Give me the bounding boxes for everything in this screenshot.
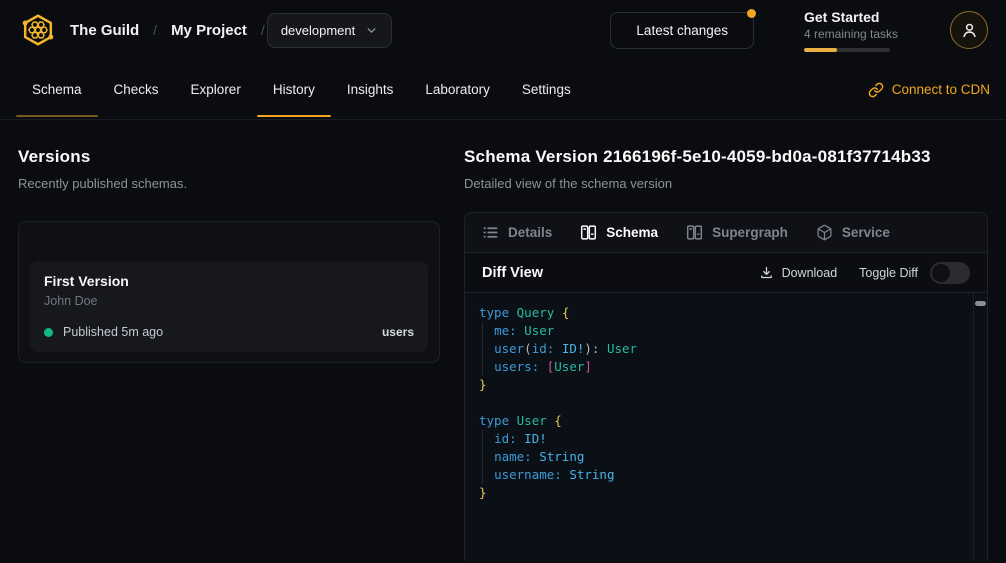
tab-details[interactable]: Details bbox=[468, 213, 566, 252]
code-scrollbar[interactable] bbox=[973, 293, 987, 561]
download-label: Download bbox=[782, 266, 838, 280]
main-nav: Schema Checks Explorer History Insights … bbox=[0, 60, 1006, 120]
breadcrumb-project[interactable]: My Project bbox=[171, 22, 247, 39]
tab-label: Details bbox=[508, 225, 552, 240]
version-meta-row: Published 5m ago users bbox=[44, 325, 414, 339]
schema-version-panel: Details Schema Supergraph bbox=[464, 212, 988, 561]
get-started-subtitle: 4 remaining tasks bbox=[804, 27, 898, 41]
indent-guide bbox=[482, 322, 483, 376]
tab-label: Schema bbox=[606, 225, 658, 240]
list-icon bbox=[482, 224, 499, 241]
version-name: First Version bbox=[44, 273, 414, 289]
indent-guide bbox=[482, 430, 483, 484]
version-author: John Doe bbox=[44, 294, 414, 308]
diff-view-title: Diff View bbox=[482, 265, 543, 281]
chevron-down-icon bbox=[365, 24, 378, 37]
nav-tab-checks[interactable]: Checks bbox=[98, 60, 175, 119]
columns-icon bbox=[686, 224, 703, 241]
person-icon bbox=[960, 21, 979, 40]
nav-tab-label: Laboratory bbox=[425, 82, 490, 97]
get-started-title: Get Started bbox=[804, 9, 898, 25]
top-header: The Guild / My Project / development Lat… bbox=[0, 0, 1006, 60]
connect-to-cdn-link[interactable]: Connect to CDN bbox=[868, 60, 990, 119]
header-actions: Latest changes Get Started 4 remaining t… bbox=[610, 9, 988, 52]
code-block: type Query { me: User user(id: ID!): Use… bbox=[465, 293, 987, 561]
app-window: The Guild / My Project / development Lat… bbox=[0, 0, 1006, 563]
versions-title: Versions bbox=[18, 147, 440, 167]
download-button[interactable]: Download bbox=[759, 265, 838, 280]
breadcrumb: The Guild / My Project / bbox=[70, 22, 265, 39]
versions-column: Versions Recently published schemas. Fir… bbox=[18, 147, 440, 561]
diff-view-header: Diff View Download Toggle Diff bbox=[465, 253, 987, 293]
versions-subtitle: Recently published schemas. bbox=[18, 176, 440, 191]
version-status: Published 5m ago bbox=[63, 325, 163, 339]
nav-tab-label: Insights bbox=[347, 82, 394, 97]
nav-tab-schema[interactable]: Schema bbox=[16, 60, 98, 119]
get-started-progressbar bbox=[804, 48, 890, 52]
tab-schema[interactable]: Schema bbox=[566, 213, 672, 252]
nav-tab-insights[interactable]: Insights bbox=[331, 60, 410, 119]
scrollbar-thumb[interactable] bbox=[975, 301, 986, 306]
tab-supergraph[interactable]: Supergraph bbox=[672, 213, 802, 252]
tab-label: Service bbox=[842, 225, 890, 240]
nav-tab-laboratory[interactable]: Laboratory bbox=[409, 60, 506, 119]
connect-to-cdn-label: Connect to CDN bbox=[892, 82, 990, 97]
switch-knob bbox=[932, 264, 950, 282]
toggle-diff-control: Toggle Diff bbox=[859, 262, 970, 284]
schema-panel-tabs: Details Schema Supergraph bbox=[465, 213, 987, 253]
nav-tab-label: Checks bbox=[114, 82, 159, 97]
versions-list-card: First Version John Doe Published 5m ago … bbox=[18, 221, 440, 363]
target-dropdown-value: development bbox=[281, 23, 355, 38]
schema-version-column: Schema Version 2166196f-5e10-4059-bd0a-0… bbox=[464, 147, 988, 561]
breadcrumb-separator: / bbox=[261, 22, 265, 38]
nav-tab-history[interactable]: History bbox=[257, 60, 331, 119]
schema-version-subtitle: Detailed view of the schema version bbox=[464, 176, 988, 191]
main-content: Versions Recently published schemas. Fir… bbox=[0, 120, 1006, 561]
nav-tab-settings[interactable]: Settings bbox=[506, 60, 587, 119]
progress-fill bbox=[804, 48, 837, 52]
diff-actions: Download Toggle Diff bbox=[759, 262, 970, 284]
link-icon bbox=[868, 82, 884, 98]
version-list-item[interactable]: First Version John Doe Published 5m ago … bbox=[30, 261, 428, 352]
nav-tab-explorer[interactable]: Explorer bbox=[175, 60, 257, 119]
hive-logo-icon[interactable] bbox=[18, 10, 58, 50]
version-service-badge: users bbox=[382, 325, 414, 339]
breadcrumb-separator: / bbox=[153, 22, 157, 38]
latest-changes-button[interactable]: Latest changes bbox=[610, 12, 754, 49]
breadcrumb-org[interactable]: The Guild bbox=[70, 22, 139, 39]
latest-changes-label: Latest changes bbox=[636, 23, 728, 38]
target-dropdown[interactable]: development bbox=[267, 13, 392, 48]
get-started-widget[interactable]: Get Started 4 remaining tasks bbox=[804, 9, 898, 52]
tab-label: Supergraph bbox=[712, 225, 788, 240]
columns-icon bbox=[580, 224, 597, 241]
tab-service[interactable]: Service bbox=[802, 213, 904, 252]
nav-tab-label: History bbox=[273, 82, 315, 97]
nav-tab-label: Explorer bbox=[191, 82, 241, 97]
toggle-diff-label: Toggle Diff bbox=[859, 266, 918, 280]
code-lines: type Query { me: User user(id: ID!): Use… bbox=[479, 304, 987, 502]
toggle-diff-switch[interactable] bbox=[930, 262, 970, 284]
notification-dot bbox=[747, 9, 756, 18]
user-avatar[interactable] bbox=[950, 11, 988, 49]
nav-tab-label: Schema bbox=[32, 82, 82, 97]
download-icon bbox=[759, 265, 774, 280]
cube-icon bbox=[816, 224, 833, 241]
nav-tab-label: Settings bbox=[522, 82, 571, 97]
schema-version-title: Schema Version 2166196f-5e10-4059-bd0a-0… bbox=[464, 147, 988, 167]
published-status-dot bbox=[44, 328, 53, 337]
